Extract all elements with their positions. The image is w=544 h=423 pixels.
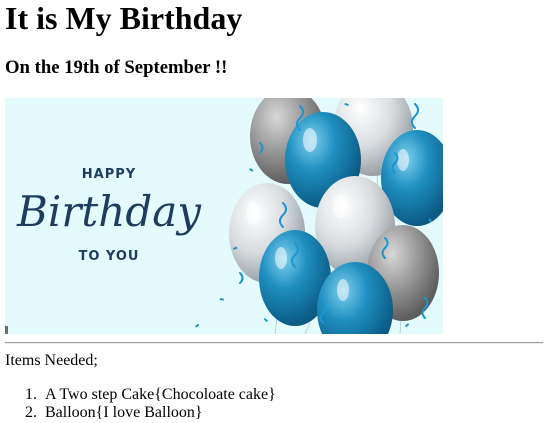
items-list: 1. A Two step Cake{Chocoloate cake} 2. B… <box>5 386 276 422</box>
list-item: 1. A Two step Cake{Chocoloate cake} <box>5 386 276 404</box>
horizontal-rule <box>5 342 543 344</box>
list-item-text: A Two step Cake{Chocoloate cake} <box>45 386 276 403</box>
items-intro-text: Items Needed; <box>5 352 98 369</box>
page-subheading: On the 19th of September !! <box>5 57 228 78</box>
birthday-banner-image: HAPPY Birthday TO YOU <box>5 98 443 334</box>
list-item-number: 2. <box>25 404 37 421</box>
banner-to-you-text: TO YOU <box>78 249 139 264</box>
list-item: 2. Balloon{I love Balloon} <box>5 404 276 422</box>
banner-birthday-text: Birthday <box>16 187 202 236</box>
list-item-number: 1. <box>25 386 37 403</box>
page-heading: It is My Birthday <box>5 0 243 36</box>
list-item-text: Balloon{I love Balloon} <box>45 404 203 421</box>
banner-happy-text: HAPPY <box>82 167 136 182</box>
